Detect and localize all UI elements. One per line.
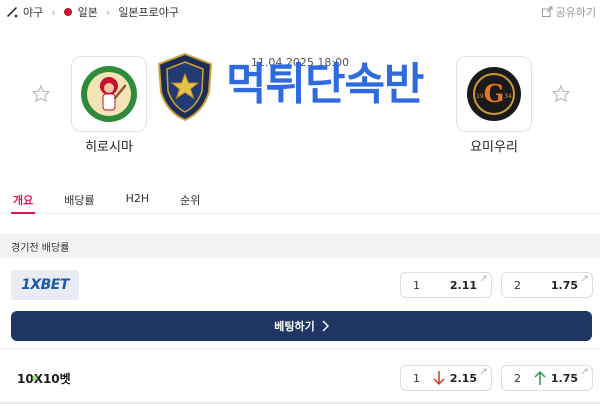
external-link-icon — [581, 275, 588, 282]
odds-value: 2.11 — [449, 279, 477, 292]
divider — [0, 348, 600, 349]
breadcrumb-sport[interactable]: 야구 — [23, 4, 43, 20]
giants-logo-icon: G 19 34 — [467, 67, 521, 121]
share-button[interactable]: 공유하기 — [541, 4, 596, 20]
away-team-name[interactable]: 요미우리 — [434, 136, 554, 155]
home-team-logo[interactable] — [71, 56, 147, 132]
bookmaker-logo-10x10[interactable]: 10X10벳 — [11, 363, 79, 393]
external-link-icon — [480, 275, 487, 282]
home-team-name[interactable]: 히로시마 — [49, 136, 169, 155]
chevron-right-icon — [322, 320, 329, 332]
tab-overview[interactable]: 개요 — [10, 186, 36, 214]
breadcrumb: 야구 › 일본 › 일본프로야구 — [0, 0, 600, 24]
breadcrumb-league[interactable]: 일본프로야구 — [118, 4, 179, 20]
odds-button-home[interactable]: 1 2.15 — [400, 365, 492, 391]
japan-flag-icon — [63, 8, 72, 16]
chevron-right-icon: › — [105, 5, 111, 19]
svg-text:34: 34 — [504, 93, 512, 100]
watermark-text: 먹튀단속반 — [226, 59, 424, 110]
tenten-logo-text: 10X10벳 — [17, 371, 71, 386]
share-icon — [541, 6, 553, 17]
odds-section-title: 경기전 배당률 — [0, 234, 600, 258]
breadcrumb-country[interactable]: 일본 — [78, 4, 98, 20]
odds-label: 1 — [413, 372, 420, 385]
share-label: 공유하기 — [555, 6, 596, 19]
external-link-icon — [581, 368, 588, 375]
away-team-logo[interactable]: G 19 34 — [456, 56, 532, 132]
svg-text:19: 19 — [476, 93, 484, 100]
tenten-logo-icon: 10X10벳 — [17, 371, 71, 386]
odds-button-home[interactable]: 1 2.11 — [400, 272, 492, 298]
place-bet-label: 베팅하기 — [274, 320, 315, 333]
odds-value: 1.75 — [550, 372, 578, 385]
chevron-right-icon: › — [51, 5, 56, 19]
external-link-icon — [480, 368, 487, 375]
bookmaker-row: 1XBET 1 2.11 2 1.75 — [0, 265, 600, 305]
odds-value: 1.75 — [550, 279, 578, 292]
bookmaker-row: 10X10벳 1 2.15 2 1.75 — [0, 358, 600, 398]
favorite-star-icon[interactable] — [551, 84, 571, 104]
odds-button-away[interactable]: 2 1.75 — [501, 365, 593, 391]
tab-h2h[interactable]: H2H — [126, 186, 150, 213]
arrow-down-icon — [433, 371, 445, 386]
odds-label: 2 — [514, 279, 521, 292]
bookmaker-logo-1xbet[interactable]: 1XBET — [11, 270, 79, 300]
tab-standings[interactable]: 순위 — [180, 186, 200, 213]
tab-bar: 개요 배당률 H2H 순위 — [0, 186, 600, 214]
baseball-bat-icon — [6, 6, 18, 18]
odds-label: 2 — [514, 372, 521, 385]
odds-value: 2.15 — [449, 372, 477, 385]
place-bet-button[interactable]: 베팅하기 — [11, 311, 592, 341]
odds-label: 1 — [413, 279, 420, 292]
odds-button-away[interactable]: 2 1.75 — [501, 272, 593, 298]
police-badge-icon — [157, 52, 213, 122]
carp-logo-icon — [81, 66, 137, 122]
tab-odds[interactable]: 배당률 — [64, 186, 94, 213]
arrow-up-icon — [534, 370, 546, 385]
svg-text:G: G — [484, 79, 505, 108]
favorite-star-icon[interactable] — [31, 84, 51, 104]
